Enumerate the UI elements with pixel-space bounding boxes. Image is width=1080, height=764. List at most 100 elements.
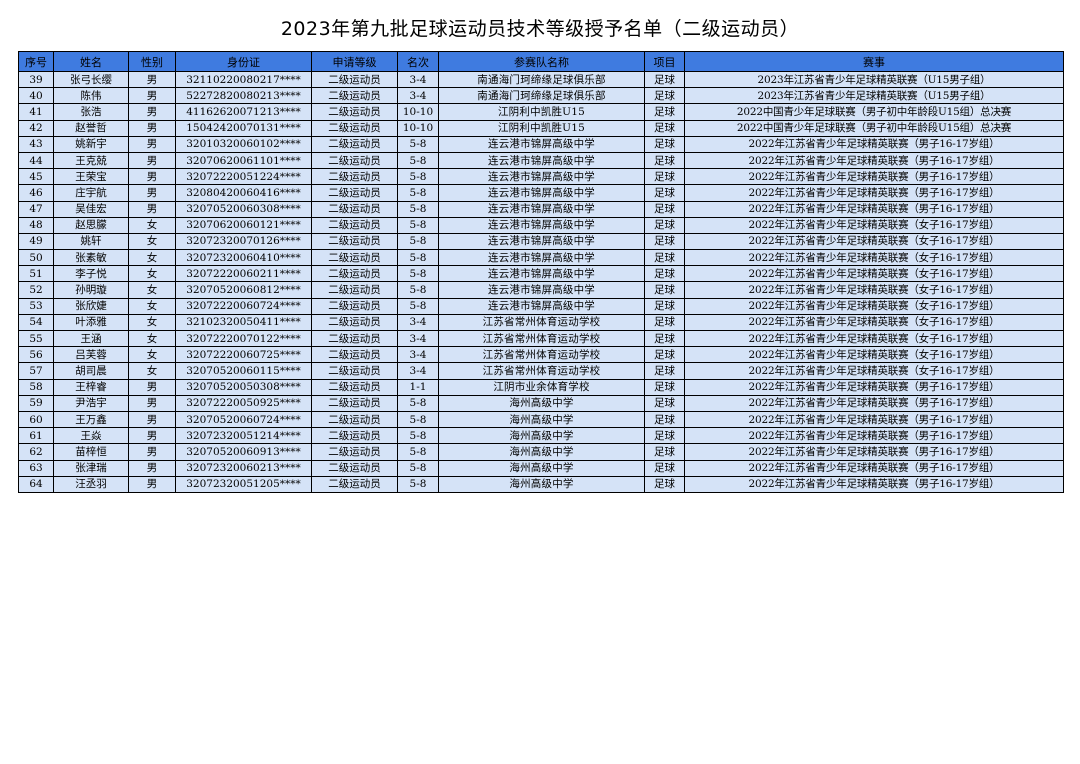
cell-name: 吕芙蓉 <box>53 346 129 364</box>
cell-id-number: 32072320051205**** <box>175 475 312 493</box>
cell-rank: 5-8 <box>397 427 439 445</box>
cell-team: 连云港市锦屏高级中学 <box>438 232 645 251</box>
cell-competition: 2022年江苏省青少年足球精英联赛（女子16-17岁组） <box>684 232 1064 251</box>
cell-serial: 49 <box>18 232 54 251</box>
cell-name: 吴佳宏 <box>53 200 129 218</box>
cell-team: 海州高级中学 <box>438 410 645 429</box>
cell-id-number: 32070620061101**** <box>175 151 312 170</box>
cell-sport: 足球 <box>644 427 685 445</box>
cell-level: 二级运动员 <box>311 168 398 186</box>
cell-gender: 男 <box>128 410 176 429</box>
cell-rank: 5-8 <box>397 232 439 251</box>
cell-sport: 足球 <box>644 184 685 202</box>
cell-competition: 2022年江苏省青少年足球精英联赛（男子16-17岁组） <box>684 475 1064 493</box>
cell-level: 二级运动员 <box>311 200 398 218</box>
cell-team: 连云港市锦屏高级中学 <box>438 168 645 186</box>
cell-id-number: 32070520060308**** <box>175 200 312 218</box>
column-header-competition: 赛事 <box>684 51 1064 72</box>
cell-team: 连云港市锦屏高级中学 <box>438 297 645 315</box>
cell-gender: 女 <box>128 313 176 332</box>
cell-sport: 足球 <box>644 297 685 315</box>
cell-name: 王焱 <box>53 427 129 445</box>
table-row: 44 王克兢男 32070620061101**** 二级运动员 5-8 连云港市锦屏高级… <box>18 151 1064 170</box>
cell-sport: 足球 <box>644 459 685 477</box>
column-header-level: 申请等级 <box>311 51 398 72</box>
cell-sport: 足球 <box>644 313 685 332</box>
table-row: 54 叶添雅女 32102320050411**** 二级运动员 3-4 江苏省常州体育运… <box>18 313 1064 332</box>
table-row: 56 吕芙蓉女 32072220060725**** 二级运动员 3-4 江苏省常州体育运… <box>18 346 1064 364</box>
cell-gender: 男 <box>128 200 176 218</box>
cell-serial: 58 <box>18 378 54 396</box>
cell-competition: 2022年江苏省青少年足球精英联赛（男子16-17岁组） <box>684 135 1064 153</box>
cell-rank: 5-8 <box>397 249 439 267</box>
cell-gender: 女 <box>128 362 176 380</box>
cell-sport: 足球 <box>644 168 685 186</box>
cell-id-number: 32102320050411**** <box>175 313 312 332</box>
cell-rank: 5-8 <box>397 265 439 283</box>
cell-gender: 男 <box>128 427 176 445</box>
cell-name: 王涵 <box>53 329 129 348</box>
cell-name: 陈伟 <box>53 87 129 105</box>
cell-id-number: 32072220060211**** <box>175 265 312 283</box>
cell-gender: 男 <box>128 475 176 493</box>
cell-id-number: 32072320060213**** <box>175 459 312 477</box>
cell-serial: 41 <box>18 103 54 121</box>
cell-competition: 2022年江苏省青少年足球精英联赛（男子16-17岁组） <box>684 459 1064 477</box>
cell-level: 二级运动员 <box>311 103 398 121</box>
cell-serial: 62 <box>18 443 54 461</box>
cell-competition: 2022年江苏省青少年足球精英联赛（男子16-17岁组） <box>684 184 1064 202</box>
cell-sport: 足球 <box>644 378 685 396</box>
table-row: 46 庄宇航男 32080420060416**** 二级运动员 5-8 连云港市锦屏高级… <box>18 184 1064 202</box>
column-header-rank: 名次 <box>397 51 439 72</box>
cell-sport: 足球 <box>644 329 685 348</box>
cell-level: 二级运动员 <box>311 297 398 315</box>
cell-competition: 2022年江苏省青少年足球精英联赛（女子16-17岁组） <box>684 249 1064 267</box>
cell-gender: 女 <box>128 216 176 234</box>
cell-id-number: 32072320070126**** <box>175 232 312 251</box>
column-header-sport: 项目 <box>644 51 685 72</box>
athlete-roster-table: 序号 姓名 性别 身份证 申请等级 名次 参赛队名称 项目 赛事 39 张弓长缨男… <box>18 51 1064 493</box>
table-row: 61 王焱男 32072320051214**** 二级运动员 5-8 海州高级中学 足球 2… <box>18 427 1064 445</box>
cell-sport: 足球 <box>644 216 685 234</box>
cell-competition: 2023年江苏省青少年足球精英联赛（U15男子组） <box>684 87 1064 105</box>
cell-name: 王克兢 <box>53 151 129 170</box>
cell-sport: 足球 <box>644 249 685 267</box>
cell-team: 海州高级中学 <box>438 394 645 412</box>
cell-gender: 女 <box>128 232 176 251</box>
cell-level: 二级运动员 <box>311 70 398 89</box>
cell-id-number: 32072320060410**** <box>175 249 312 267</box>
cell-rank: 3-4 <box>397 70 439 89</box>
cell-name: 王梓睿 <box>53 378 129 396</box>
cell-team: 海州高级中学 <box>438 459 645 477</box>
cell-rank: 5-8 <box>397 475 439 493</box>
cell-rank: 10-10 <box>397 103 439 121</box>
cell-team: 连云港市锦屏高级中学 <box>438 200 645 218</box>
cell-serial: 44 <box>18 151 54 170</box>
cell-name: 赵思朦 <box>53 216 129 234</box>
cell-competition: 2022年江苏省青少年足球精英联赛（女子16-17岁组） <box>684 216 1064 234</box>
table-row: 49 姚轩女 32072320070126**** 二级运动员 5-8 连云港市锦屏高级中… <box>18 232 1064 251</box>
cell-rank: 5-8 <box>397 135 439 153</box>
cell-id-number: 52272820080213**** <box>175 87 312 105</box>
cell-id-number: 32070520050308**** <box>175 378 312 396</box>
column-header-team: 参赛队名称 <box>438 51 645 72</box>
cell-name: 张浩 <box>53 103 129 121</box>
cell-team: 海州高级中学 <box>438 443 645 461</box>
cell-gender: 女 <box>128 281 176 299</box>
cell-competition: 2022年江苏省青少年足球精英联赛（男子16-17岁组） <box>684 168 1064 186</box>
cell-name: 汪丞羽 <box>53 475 129 493</box>
cell-serial: 46 <box>18 184 54 202</box>
cell-rank: 5-8 <box>397 443 439 461</box>
table-row: 58 王梓睿男 32070520050308**** 二级运动员 1-1 江阴市业余体育学… <box>18 378 1064 396</box>
table-row: 62 苗梓恒男 32070520060913**** 二级运动员 5-8 海州高级中学 足球… <box>18 443 1064 461</box>
table-row: 51 李子悦女 32072220060211**** 二级运动员 5-8 连云港市锦屏高级… <box>18 265 1064 283</box>
table-body: 39 张弓长缨男 32110220080217**** 二级运动员 3-4 南通海门珂缔缘… <box>18 70 1064 493</box>
cell-name: 姚轩 <box>53 232 129 251</box>
cell-id-number: 32072320051214**** <box>175 427 312 445</box>
cell-sport: 足球 <box>644 119 685 137</box>
cell-competition: 2022中国青少年足球联赛（男子初中年龄段U15组）总决赛 <box>684 103 1064 121</box>
cell-level: 二级运动员 <box>311 265 398 283</box>
table-row: 39 张弓长缨男 32110220080217**** 二级运动员 3-4 南通海门珂缔缘… <box>18 70 1064 89</box>
cell-name: 庄宇航 <box>53 184 129 202</box>
cell-gender: 男 <box>128 103 176 121</box>
